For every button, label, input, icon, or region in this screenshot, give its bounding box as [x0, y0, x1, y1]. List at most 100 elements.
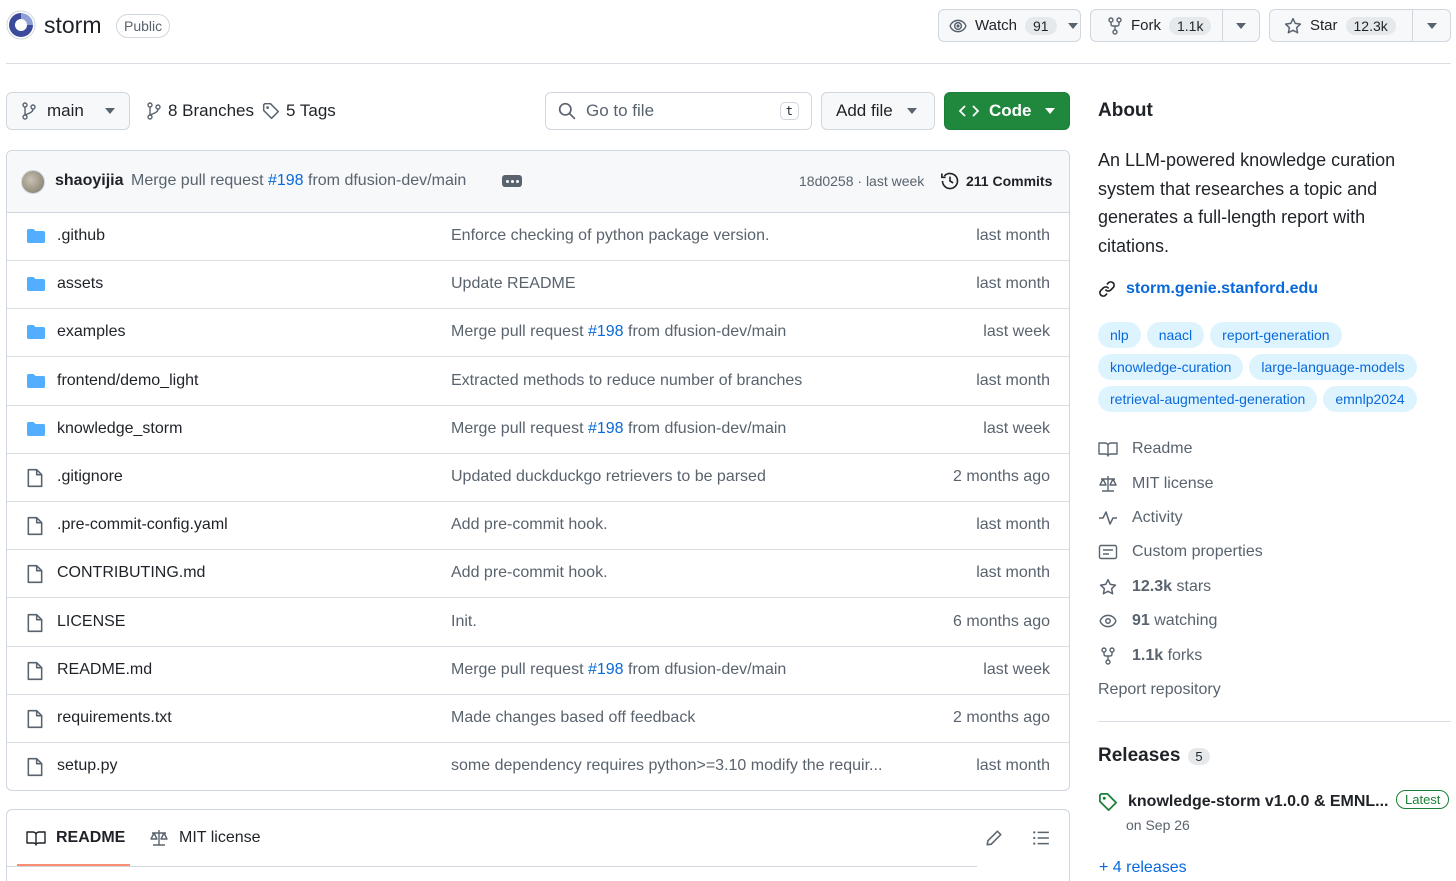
- code-button[interactable]: Code: [944, 92, 1070, 130]
- tab-readme[interactable]: README: [26, 829, 125, 847]
- watch-button[interactable]: Watch 91: [938, 9, 1081, 42]
- commit-message-prefix: Merge pull request: [451, 323, 588, 341]
- file-name[interactable]: CONTRIBUTING.md: [57, 564, 205, 582]
- sidebar-license-link[interactable]: MIT license: [1098, 475, 1214, 493]
- sidebar-forks-link[interactable]: 1.1k forks: [1098, 647, 1202, 665]
- topic-tag[interactable]: large-language-models: [1249, 354, 1417, 380]
- file-commit-message[interactable]: Add pre-commit hook.: [451, 564, 608, 582]
- branch-name: main: [47, 101, 84, 120]
- sidebar-watching-link[interactable]: 91 watching: [1098, 612, 1217, 630]
- file-commit-message[interactable]: Enforce checking of python package versi…: [451, 227, 769, 245]
- triangle-down-icon: [105, 108, 115, 114]
- releases-heading[interactable]: Releases 5: [1098, 745, 1210, 767]
- tab-license[interactable]: MIT license: [149, 829, 261, 847]
- edit-button[interactable]: [985, 829, 1003, 847]
- topics-list: nlp naacl report-generation knowledge-curat…: [1098, 322, 1443, 412]
- commit-sha-time[interactable]: 18d0258 · last week: [799, 173, 924, 189]
- branches-link[interactable]: 8 Branches: [146, 101, 254, 121]
- file-name[interactable]: requirements.txt: [57, 709, 172, 727]
- file-row[interactable]: .github Enforce checking of python packag…: [7, 213, 1069, 261]
- commit-message[interactable]: Merge pull request #198 from dfusion-dev…: [131, 172, 466, 190]
- file-name[interactable]: assets: [57, 275, 103, 293]
- website-link[interactable]: storm.genie.stanford.edu: [1098, 280, 1318, 298]
- fork-button[interactable]: Fork 1.1k: [1090, 9, 1260, 42]
- file-row[interactable]: knowledge_storm Merge pull request #198 f…: [7, 406, 1069, 454]
- star-button[interactable]: Star 12.3k: [1269, 9, 1451, 42]
- topic-tag[interactable]: retrieval-augmented-generation: [1098, 386, 1318, 412]
- sidebar-readme-link[interactable]: Readme: [1098, 440, 1192, 458]
- file-name[interactable]: README.md: [57, 661, 152, 679]
- topic-tag[interactable]: naacl: [1146, 322, 1205, 348]
- latest-release-date: on Sep 26: [1126, 817, 1190, 833]
- topic-tag[interactable]: emnlp2024: [1323, 386, 1417, 412]
- fork-icon: [1098, 647, 1118, 665]
- report-repository-link[interactable]: Report repository: [1098, 681, 1221, 699]
- sidebar-stars-link[interactable]: 12.3k stars: [1098, 578, 1211, 596]
- file-row[interactable]: frontend/demo_light Extracted methods to …: [7, 358, 1069, 406]
- file-row[interactable]: README.md Merge pull request #198 from df…: [7, 647, 1069, 695]
- file-name[interactable]: .gitignore: [57, 468, 123, 486]
- file-name[interactable]: examples: [57, 323, 125, 341]
- outline-button[interactable]: [1032, 829, 1050, 847]
- commit-pr-link[interactable]: #198: [588, 323, 624, 340]
- branch-selector[interactable]: main: [6, 92, 130, 130]
- file-commit-message[interactable]: Extracted methods to reduce number of br…: [451, 372, 802, 390]
- commit-author[interactable]: shaoyijia: [55, 172, 123, 190]
- file-icon: [26, 709, 44, 729]
- file-name[interactable]: frontend/demo_light: [57, 372, 198, 390]
- sidebar-activity-link[interactable]: Activity: [1098, 509, 1183, 527]
- watch-dropdown[interactable]: [1067, 10, 1080, 41]
- avatar[interactable]: [21, 170, 45, 194]
- sidebar-custom-properties-link[interactable]: Custom properties: [1098, 543, 1263, 561]
- topic-tag[interactable]: report-generation: [1210, 322, 1342, 348]
- file-commit-message[interactable]: Merge pull request #198 from dfusion-dev…: [451, 420, 786, 438]
- file-date: last week: [983, 323, 1050, 341]
- topic-tag[interactable]: knowledge-curation: [1098, 354, 1244, 380]
- fork-dropdown[interactable]: [1221, 10, 1259, 41]
- commit-pr-link[interactable]: #198: [268, 172, 304, 189]
- file-row[interactable]: CONTRIBUTING.md Add pre-commit hook. last …: [7, 550, 1069, 599]
- code-icon: [959, 104, 979, 118]
- file-row[interactable]: .pre-commit-config.yaml Add pre-commit ho…: [7, 502, 1069, 551]
- triangle-down-icon: [1235, 22, 1246, 29]
- tags-link[interactable]: 5 Tags: [262, 101, 336, 121]
- commit-message-suffix: from dfusion-dev/main: [303, 172, 467, 189]
- more-releases-link[interactable]: + 4 releases: [1099, 859, 1187, 877]
- add-file-button[interactable]: Add file: [821, 92, 935, 130]
- ellipsis-icon[interactable]: [502, 175, 522, 187]
- file-commit-message[interactable]: some dependency requires python>=3.10 mo…: [451, 757, 882, 775]
- topic-tag[interactable]: nlp: [1098, 322, 1141, 348]
- file-commit-message[interactable]: Init.: [451, 613, 477, 631]
- file-commit-message[interactable]: Updated duckduckgo retrievers to be pars…: [451, 468, 766, 486]
- commits-link[interactable]: 211 Commits: [940, 171, 1052, 191]
- triangle-down-icon: [1045, 108, 1055, 114]
- file-name[interactable]: .pre-commit-config.yaml: [57, 516, 228, 534]
- file-row[interactable]: examples Merge pull request #198 from dfu…: [7, 309, 1069, 358]
- file-commit-message[interactable]: Add pre-commit hook.: [451, 516, 608, 534]
- file-name[interactable]: setup.py: [57, 757, 117, 775]
- file-commit-message[interactable]: Merge pull request #198 from dfusion-dev…: [451, 323, 786, 341]
- tab-divider: [7, 866, 977, 867]
- go-to-file-input[interactable]: Go to file t: [545, 92, 812, 130]
- forks-count: 1.1k: [1132, 647, 1164, 664]
- file-row[interactable]: requirements.txt Made changes based off f…: [7, 695, 1069, 743]
- sidebar-divider: [1098, 721, 1451, 722]
- star-dropdown[interactable]: [1412, 10, 1450, 41]
- repo-name[interactable]: storm: [44, 12, 102, 39]
- file-commit-message[interactable]: Merge pull request #198 from dfusion-dev…: [451, 661, 786, 679]
- commit-pr-link[interactable]: #198: [588, 661, 624, 678]
- file-row[interactable]: LICENSE Init. 6 months ago: [7, 599, 1069, 647]
- watch-label: Watch: [975, 17, 1017, 34]
- file-date: last week: [983, 419, 1050, 437]
- commit-pr-link[interactable]: #198: [588, 420, 624, 437]
- storm-logo[interactable]: [6, 10, 36, 40]
- file-name[interactable]: knowledge_storm: [57, 420, 182, 438]
- file-row[interactable]: .gitignore Updated duckduckgo retrievers …: [7, 454, 1069, 502]
- file-commit-message[interactable]: Update README: [451, 275, 576, 293]
- file-commit-message[interactable]: Made changes based off feedback: [451, 709, 695, 727]
- file-row[interactable]: setup.py some dependency requires python>…: [7, 743, 1069, 790]
- file-row[interactable]: assets Update README last month: [7, 261, 1069, 310]
- latest-release-link[interactable]: knowledge-storm v1.0.0 & EMNL...: [1098, 792, 1389, 812]
- file-name[interactable]: LICENSE: [57, 613, 125, 631]
- file-name[interactable]: .github: [57, 227, 105, 245]
